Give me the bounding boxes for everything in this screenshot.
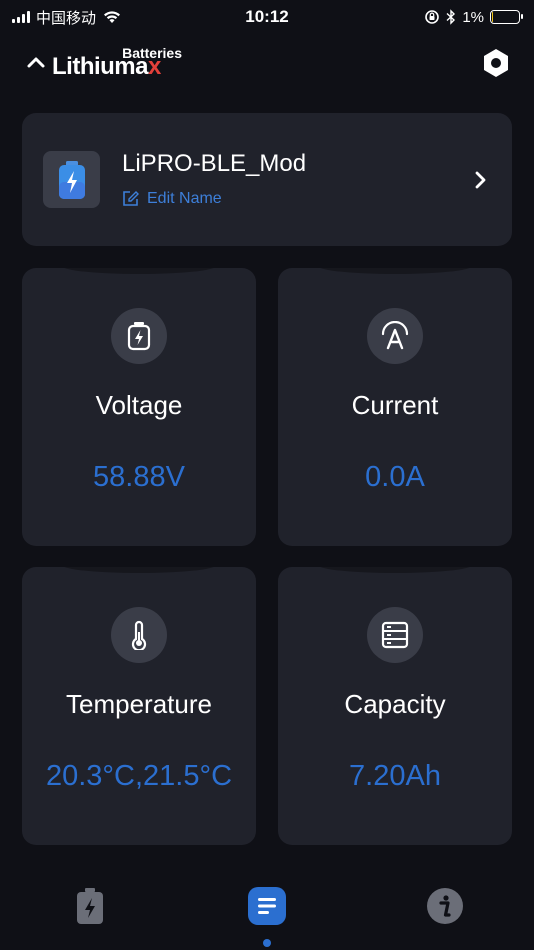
status-left: 中国移动 — [12, 7, 122, 28]
temperature-card[interactable]: Temperature 20.3°C,21.5°C — [22, 567, 256, 845]
current-a-icon — [381, 321, 409, 350]
voltage-label: Voltage — [95, 390, 183, 420]
chevron-right-icon[interactable] — [468, 168, 492, 192]
current-icon-circle — [367, 308, 423, 364]
status-bar: 中国移动 10:12 1% — [0, 0, 534, 34]
battery-level-fill — [492, 12, 494, 22]
list-tab-icon — [248, 887, 286, 925]
tab-bar — [0, 880, 534, 950]
edit-name-button[interactable]: Edit Name — [122, 190, 468, 208]
thermometer-icon — [131, 620, 147, 650]
current-label: Current — [351, 390, 439, 420]
battery-percent: 1% — [462, 8, 484, 26]
device-icon-box — [43, 151, 100, 208]
capacity-card[interactable]: Capacity 7.20Ah — [278, 567, 512, 845]
orientation-lock-icon — [425, 10, 440, 24]
capacity-label: Capacity — [344, 689, 446, 719]
capacity-icon-circle — [367, 607, 423, 663]
device-card[interactable]: LiPRO-BLE_Mod Edit Name — [22, 113, 512, 246]
device-name: LiPRO-BLE_Mod — [122, 150, 307, 178]
logo-main-prefix: Lithiuma — [52, 53, 149, 80]
collapse-logo-button[interactable]: Batteries Lithiumax — [26, 43, 182, 83]
voltage-icon-circle — [111, 308, 167, 364]
temperature-icon-circle — [111, 607, 167, 663]
temperature-value: 20.3°C,21.5°C — [45, 760, 233, 792]
active-tab-indicator — [263, 939, 271, 947]
battery-icon — [490, 10, 523, 24]
storage-stack-icon — [381, 621, 409, 649]
voltage-value: 58.88V — [93, 461, 185, 493]
tab-info[interactable] — [425, 886, 465, 926]
edit-name-label: Edit Name — [147, 189, 222, 207]
tab-battery[interactable] — [70, 886, 110, 926]
device-info: LiPRO-BLE_Mod Edit Name — [122, 150, 468, 208]
wifi-icon — [104, 11, 121, 23]
current-card[interactable]: Current 0.0A — [278, 268, 512, 546]
status-right: 1% — [424, 8, 523, 26]
battery-tab-icon — [77, 888, 103, 924]
chevron-up-icon — [27, 57, 45, 68]
carrier-label: 中国移动 — [36, 9, 97, 27]
capacity-value: 7.20Ah — [349, 760, 441, 792]
logo-main-accent: x — [148, 53, 161, 80]
battery-charging-icon — [58, 160, 85, 199]
app-header: Batteries Lithiumax — [0, 38, 534, 88]
battery-bolt-icon — [127, 322, 151, 351]
logo-main-text: Lithiumax — [52, 53, 161, 81]
bluetooth-icon — [446, 9, 456, 25]
settings-hexagon-icon[interactable] — [480, 47, 512, 79]
voltage-card[interactable]: Voltage 58.88V — [22, 268, 256, 546]
lithiumax-logo: Batteries Lithiumax — [52, 43, 182, 83]
temperature-label: Temperature — [66, 689, 212, 719]
info-tab-icon — [427, 888, 463, 924]
tab-data[interactable] — [247, 886, 287, 926]
edit-icon — [123, 191, 139, 206]
current-value: 0.0A — [365, 461, 425, 493]
signal-icon — [12, 11, 30, 23]
